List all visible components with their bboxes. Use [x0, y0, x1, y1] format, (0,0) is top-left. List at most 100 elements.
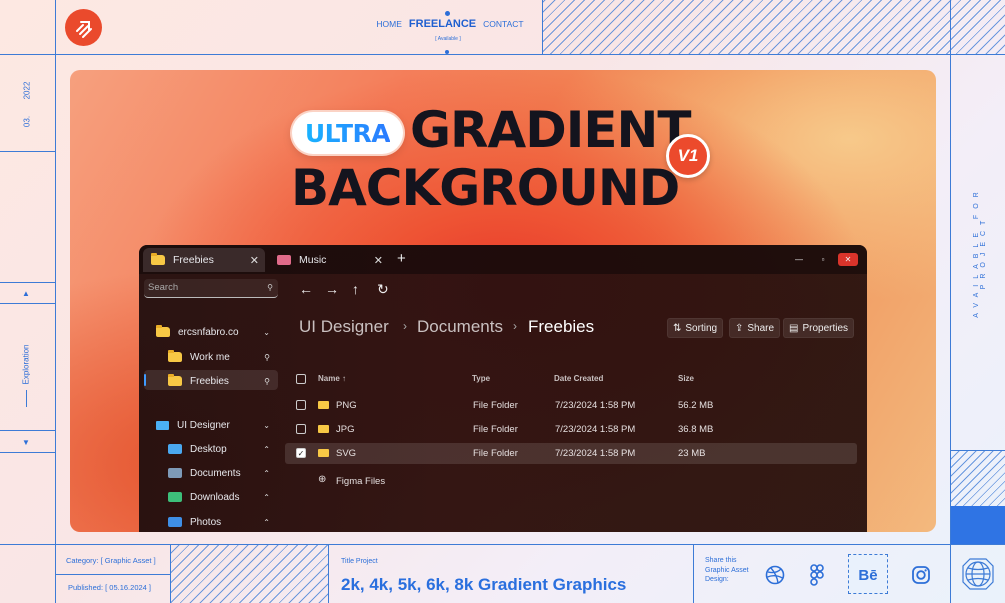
minimize-icon[interactable]: —	[789, 253, 809, 266]
sidebar-item-ercsnfabro[interactable]: ercsnfabro.co ⌄	[156, 322, 274, 342]
properties-button[interactable]: ▤ Properties	[783, 318, 855, 338]
search-input[interactable]: Search ⚲	[144, 279, 278, 298]
sidebar-item-ui-designer[interactable]: UI Designer ⌄	[156, 415, 274, 435]
tab-music[interactable]: Music ✕	[269, 248, 389, 272]
tab-label: Freebies	[173, 254, 214, 266]
chevron-right-icon: ›	[513, 319, 517, 333]
grid-line	[0, 430, 55, 431]
scroll-down-button[interactable]: ▼	[16, 433, 36, 451]
scroll-up-button[interactable]: ▲	[16, 284, 36, 302]
nav-indicator-dot	[445, 50, 449, 54]
new-tab-icon[interactable]: +	[397, 250, 406, 267]
nav-indicator-dot	[445, 11, 450, 16]
sidebar-item-desktop[interactable]: Desktop ⌃	[168, 439, 274, 459]
figma-files-item[interactable]: Figma Files	[336, 476, 385, 487]
chevron-right-icon: ›	[403, 319, 407, 333]
share-text: Share this Graphic Asset Design:	[705, 557, 749, 583]
column-size[interactable]: Size	[678, 374, 694, 383]
column-type[interactable]: Type	[472, 374, 490, 383]
availability-label: [ Available ]	[435, 36, 461, 42]
instagram-icon[interactable]	[910, 564, 932, 586]
pin-icon[interactable]: ⚲	[264, 377, 270, 386]
breadcrumb-ui-designer[interactable]: UI Designer	[299, 317, 389, 337]
nav-freelance[interactable]: FREELANCE	[409, 18, 476, 30]
exploration-label: Exploration	[21, 344, 31, 385]
column-name[interactable]: Name ↑	[318, 374, 346, 383]
breadcrumb-documents[interactable]: Documents	[417, 317, 503, 337]
nav-contact[interactable]: CONTACT	[483, 19, 523, 29]
grid-line	[0, 303, 55, 304]
selection-indicator	[144, 374, 146, 386]
published-row: Published: [ 05.16.2024 ]	[68, 583, 151, 592]
file-explorer-window: Freebies ✕ Music ✕ + — ▫ ✕ Search ⚲ ← → …	[139, 245, 867, 532]
sorting-label: Sorting	[685, 322, 718, 334]
published-label: Published:	[68, 583, 104, 592]
globe-logo-icon	[960, 556, 996, 592]
up-arrow-icon[interactable]: ↑	[352, 281, 359, 297]
caret-down-icon: ▼	[22, 437, 30, 447]
row-date: 7/23/2024 1:58 PM	[555, 448, 636, 459]
ultra-pill: ULTRA	[292, 112, 403, 154]
sidebar-item-work-me[interactable]: Work me ⚲	[168, 347, 274, 367]
row-size: 56.2 MB	[678, 400, 714, 411]
close-window-icon[interactable]: ✕	[838, 253, 858, 266]
grid-line	[0, 452, 55, 453]
share-label: Share	[747, 322, 775, 334]
close-tab-icon[interactable]: ✕	[374, 254, 383, 267]
sidebar-item-label: ercsnfabro.co	[178, 326, 239, 338]
column-date[interactable]: Date Created	[554, 374, 603, 383]
photos-folder-icon	[168, 517, 182, 527]
sidebar-item-downloads[interactable]: Downloads ⌃	[168, 487, 274, 507]
divider	[26, 390, 27, 407]
breadcrumb-freebies[interactable]: Freebies	[528, 317, 594, 337]
brand-logo[interactable]	[65, 9, 102, 46]
share-button[interactable]: ⇪ Share	[729, 318, 781, 338]
back-arrow-icon[interactable]: ←	[299, 281, 313, 297]
chevron-up-icon[interactable]: ⌃	[263, 445, 270, 454]
folder-icon	[318, 425, 329, 433]
row-size: 36.8 MB	[678, 424, 714, 435]
maximize-icon[interactable]: ▫	[813, 253, 833, 266]
close-tab-icon[interactable]: ✕	[250, 254, 259, 267]
forward-arrow-icon[interactable]: →	[325, 281, 339, 297]
grid-line	[0, 54, 1005, 55]
sorting-button[interactable]: ⇅ Sorting	[667, 318, 724, 338]
decor-block	[951, 506, 1005, 544]
row-checkbox[interactable]	[296, 400, 306, 410]
sidebar-item-freebies[interactable]: Freebies ⚲	[168, 371, 274, 391]
downloads-folder-icon	[168, 492, 182, 502]
folder-icon	[318, 401, 329, 409]
chevron-down-icon[interactable]: ⌄	[263, 328, 270, 337]
nav-home[interactable]: HOME	[376, 19, 402, 29]
row-checkbox[interactable]	[296, 424, 306, 434]
version-badge: V1	[666, 134, 710, 178]
chevron-up-icon[interactable]: ⌃	[263, 493, 270, 502]
search-icon: ⚲	[267, 283, 273, 292]
row-checkbox-checked[interactable]: ✓	[296, 448, 306, 458]
select-all-checkbox[interactable]	[296, 374, 306, 384]
sidebar-item-label: Work me	[190, 351, 230, 363]
chevron-up-icon[interactable]: ⌃	[263, 469, 270, 478]
behance-icon[interactable]: Bē	[857, 564, 879, 586]
folder-icon	[168, 350, 182, 362]
row-date: 7/23/2024 1:58 PM	[555, 400, 636, 411]
hero-title-line1: GRADIENT	[410, 101, 691, 159]
chevron-down-icon[interactable]: ⌄	[263, 421, 270, 430]
tab-freebies[interactable]: Freebies ✕	[143, 248, 265, 272]
sidebar-item-label: Documents	[190, 467, 241, 479]
published-value: [ 05.16.2024 ]	[105, 583, 151, 592]
refresh-icon[interactable]: ↻	[377, 281, 389, 298]
figma-icon[interactable]	[806, 564, 828, 586]
dribbble-icon[interactable]	[764, 564, 786, 586]
chevron-up-icon[interactable]: ⌃	[263, 518, 270, 527]
row-name[interactable]: PNG	[336, 400, 357, 411]
pin-icon[interactable]: ⚲	[264, 353, 270, 362]
sidebar-item-documents[interactable]: Documents ⌃	[168, 463, 274, 483]
check-icon: ✓	[297, 448, 305, 458]
sidebar-item-label: Desktop	[190, 443, 227, 455]
row-type: File Folder	[473, 424, 518, 435]
sort-icon: ⇅	[673, 322, 682, 334]
row-name[interactable]: JPG	[336, 424, 354, 435]
sidebar-item-photos[interactable]: Photos ⌃	[168, 512, 274, 532]
row-name[interactable]: SVG	[336, 448, 356, 459]
